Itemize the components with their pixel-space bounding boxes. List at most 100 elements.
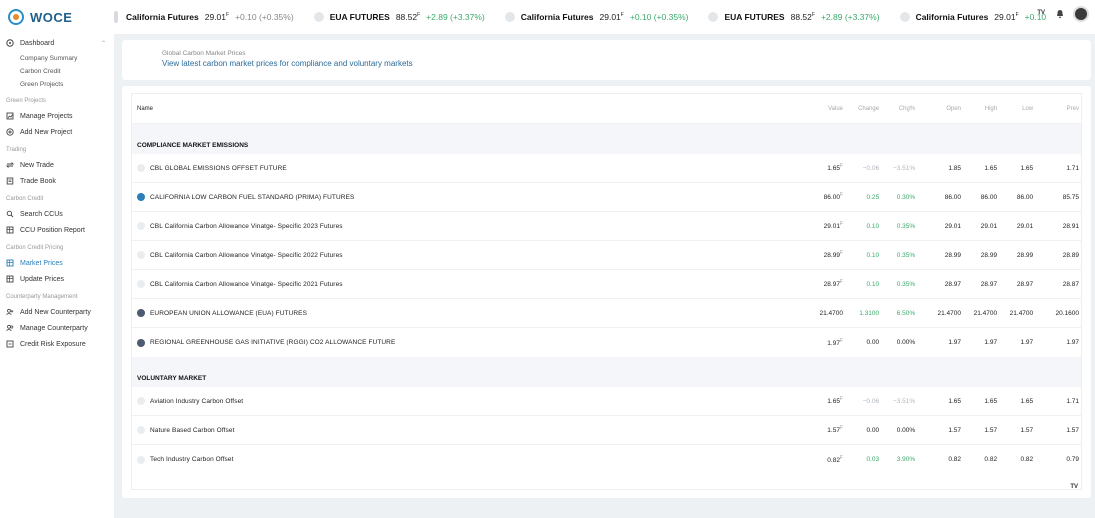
sidebar-item-trade-book[interactable]: Trade Book — [0, 173, 114, 189]
instrument-name[interactable]: Tech Industry Carbon Offset — [150, 456, 234, 463]
change-cell: −0.06 — [862, 397, 880, 405]
sidebar-item-dashboard[interactable]: Dashboard ⌃ — [0, 34, 114, 52]
table-row[interactable]: CALIFORNIA LOW CARBON FUEL STANDARD (PRI… — [132, 183, 1081, 212]
prev-cell: 28.91 — [1062, 222, 1079, 230]
table-row[interactable]: CBL California Carbon Allowance Vinatge-… — [132, 270, 1081, 299]
ticker-name: EUA FUTURES — [724, 12, 785, 22]
sidebar-item-search-ccus[interactable]: Search CCUs — [0, 206, 114, 222]
users-icon — [6, 324, 14, 332]
sidebar-sections: Green Projects Manage Projects Add New Pro… — [0, 94, 114, 352]
sidebar-item-label: Manage Counterparty — [20, 324, 88, 332]
ticker-symbol-icon — [313, 12, 324, 22]
table-row[interactable]: CBL California Carbon Allowance Vinatge-… — [132, 212, 1081, 241]
avatar[interactable] — [1073, 6, 1089, 22]
sidebar-item-add-new-counterparty[interactable]: Add New Counterparty — [0, 304, 114, 320]
instrument-name[interactable]: CALIFORNIA LOW CARBON FUEL STANDARD (PRI… — [150, 194, 354, 201]
sidebar-subitem-green-projects[interactable]: Green Projects — [0, 78, 114, 91]
bell-icon[interactable] — [1055, 9, 1065, 19]
instrument-name[interactable]: CBL GLOBAL EMISSIONS OFFSET FUTURE — [150, 165, 287, 172]
sidebar-item-new-trade[interactable]: New Trade — [0, 157, 114, 173]
tradingview-logo[interactable]: TV — [1037, 10, 1045, 16]
instrument-name[interactable]: Aviation Industry Carbon Offset — [150, 398, 243, 405]
chart-icon — [6, 112, 14, 120]
instrument-name[interactable]: CBL California Carbon Allowance Vinatge-… — [150, 252, 343, 259]
instrument-name[interactable]: Nature Based Carbon Offset — [150, 427, 235, 434]
ticker-item[interactable]: California Futures29.01F+0.10 (+0.35%) — [114, 11, 294, 23]
col-low[interactable]: Low — [999, 106, 1035, 112]
page-header: Global Carbon Market Prices View latest … — [122, 40, 1091, 80]
sidebar-item-label: Add New Counterparty — [20, 308, 91, 316]
table-row[interactable]: EUROPEAN UNION ALLOWANCE (EUA) FUTURES 21… — [132, 299, 1081, 328]
ticker-price-value: 29.01 — [204, 12, 227, 22]
tradingview-logo-bottom[interactable]: TV — [1070, 484, 1078, 490]
ticker-item[interactable]: California Futures29.01F+0.10 (+0.35%) — [504, 12, 688, 22]
instrument-name-cell: Nature Based Carbon Offset — [137, 426, 809, 434]
table-row[interactable]: Nature Based Carbon Offset 1.57F 0.00 0.00%… — [132, 416, 1081, 445]
sidebar-item-ccu-position-report[interactable]: CCU Position Report — [0, 222, 114, 238]
instrument-name[interactable]: CBL California Carbon Allowance Vinatge-… — [150, 281, 343, 288]
table-row[interactable]: Tech Industry Carbon Offset 0.82F 0.03 3.90… — [132, 445, 1081, 474]
change-percent-cell: 0.30% — [896, 193, 916, 201]
sidebar-item-credit-risk-exposure[interactable]: Credit Risk Exposure — [0, 336, 114, 352]
open-cell: 1.57 — [948, 426, 961, 434]
ticker-item[interactable]: EUA FUTURES 88.52F +2.89 (+3.37%) — [313, 12, 485, 22]
col-prev[interactable]: Prev — [1035, 106, 1081, 112]
sidebar-item-label: Trade Book — [20, 177, 56, 185]
table-row[interactable]: CBL California Carbon Allowance Vinatge-… — [132, 241, 1081, 270]
sidebar-item-label: Credit Risk Exposure — [20, 340, 86, 348]
ticker-name: California Futures — [915, 12, 989, 22]
market-prices-panel: Name Value Change Chg% Open High Low Pre… — [122, 86, 1091, 498]
chevron-up-icon[interactable]: ⌃ — [101, 40, 106, 47]
sidebar-item-add-new-project[interactable]: Add New Project — [0, 124, 114, 140]
ticker-item[interactable]: EUA FUTURES 88.52F +2.89 (+3.37%) — [708, 12, 880, 22]
instrument-name-cell: CALIFORNIA LOW CARBON FUEL STANDARD (PRI… — [137, 193, 809, 201]
col-high[interactable]: High — [963, 106, 999, 112]
value-cell: 28.97F — [809, 279, 845, 288]
value-unit: F — [839, 454, 844, 461]
instrument-name-cell: Aviation Industry Carbon Offset — [137, 397, 809, 405]
ticker-separator-icon — [114, 11, 118, 23]
sidebar-item-manage-counterparty[interactable]: Manage Counterparty — [0, 320, 114, 336]
sidebar-item-update-prices[interactable]: Update Prices — [0, 271, 114, 287]
table-row[interactable]: CBL GLOBAL EMISSIONS OFFSET FUTURE 1.65F −… — [132, 154, 1081, 183]
col-open[interactable]: Open — [917, 106, 963, 112]
ticker-tape[interactable]: California Futures 29.01F +0.10 (+0.35%) EU… — [114, 0, 1049, 34]
instrument-name-cell: CBL GLOBAL EMISSIONS OFFSET FUTURE — [137, 164, 809, 172]
col-chgpct[interactable]: Chg% — [881, 106, 917, 112]
instrument-name-cell: REGIONAL GREENHOUSE GAS INITIATIVE (RGGI… — [137, 338, 809, 347]
ticker-item[interactable]: California Futures29.01F+0.10 (+0.35%) — [899, 12, 1049, 22]
logo[interactable]: WOCE — [0, 0, 114, 34]
low-cell: 86.00 — [1016, 193, 1034, 201]
col-name[interactable]: Name — [137, 106, 809, 112]
prev-cell: 1.71 — [1066, 397, 1079, 405]
low-cell: 1.57 — [1020, 426, 1034, 434]
table-row[interactable]: REGIONAL GREENHOUSE GAS INITIATIVE (RGGI… — [132, 328, 1081, 357]
sidebar-item-manage-projects[interactable]: Manage Projects — [0, 108, 114, 124]
sidebar-subitem-company-summary[interactable]: Company Summary — [0, 52, 114, 65]
sidebar-section-label: Carbon Credit — [6, 196, 44, 202]
instrument-icon — [137, 338, 145, 347]
sidebar-item-label: Manage Projects — [20, 112, 73, 120]
high-cell: 1.65 — [984, 164, 998, 172]
book-icon — [6, 177, 14, 185]
search-icon — [6, 210, 14, 218]
ticker-symbol-icon — [899, 12, 910, 22]
sidebar-section-label: Counterparty Management — [6, 294, 78, 300]
prev-cell: 28.87 — [1062, 280, 1079, 288]
sidebar-subitem-carbon-credit[interactable]: Carbon Credit — [0, 65, 114, 78]
col-change[interactable]: Change — [845, 106, 881, 112]
high-cell: 0.82 — [984, 456, 998, 463]
table-row[interactable]: Aviation Industry Carbon Offset 1.65F −0.0… — [132, 387, 1081, 416]
value-cell: 29.01F — [809, 221, 845, 230]
instrument-name[interactable]: EUROPEAN UNION ALLOWANCE (EUA) FUTURES — [150, 310, 307, 317]
instrument-name[interactable]: CBL California Carbon Allowance Vinatge-… — [150, 223, 343, 230]
col-value[interactable]: Value — [809, 106, 845, 112]
table-section-title: COMPLIANCE MARKET EMISSIONS — [132, 124, 1081, 154]
sidebar-item-market-prices[interactable]: Market Prices — [0, 255, 114, 271]
header-actions — [1055, 6, 1089, 22]
ticker-price: 29.01F — [205, 12, 229, 22]
top-header: WOCE California Futures 29.01F +0.10 (+0.3… — [0, 0, 1095, 34]
value-cell: 86.00F — [809, 192, 845, 201]
open-cell: 1.85 — [948, 164, 961, 172]
instrument-name[interactable]: REGIONAL GREENHOUSE GAS INITIATIVE (RGGI… — [150, 339, 395, 346]
